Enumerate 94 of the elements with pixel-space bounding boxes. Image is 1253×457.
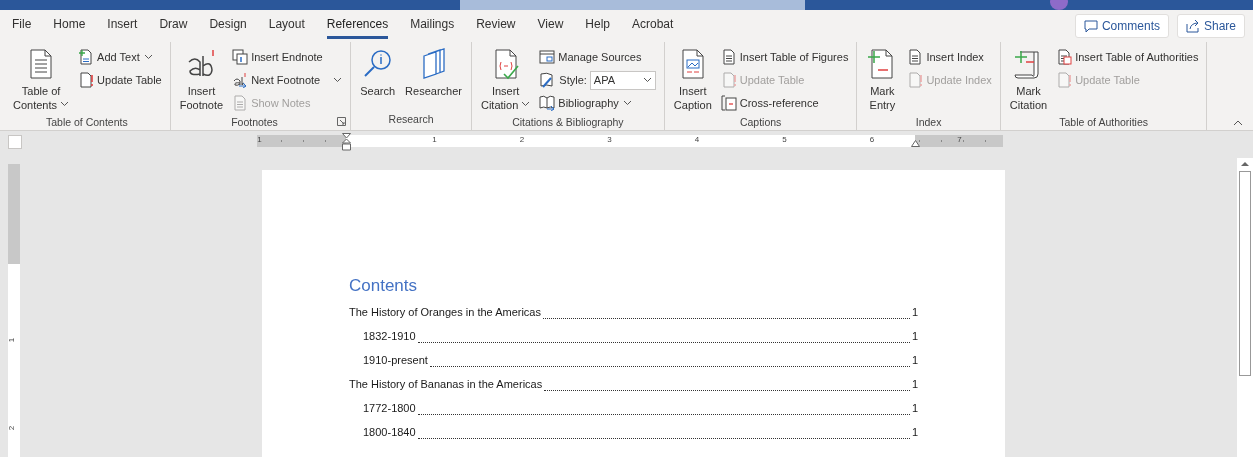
ribbon-tab[interactable]: Insert — [107, 12, 138, 40]
ribbon-button[interactable]: Insert Caption — [670, 46, 715, 115]
caret-icon — [642, 77, 652, 83]
ribbon-button[interactable]: Manage Sources — [537, 46, 658, 68]
ribbon-button[interactable]: Search — [357, 46, 399, 113]
notes-icon — [232, 95, 249, 111]
toc-entry[interactable]: 1772-1800 — [363, 399, 416, 416]
manage-sources-icon — [539, 49, 556, 65]
endnote-icon — [232, 49, 249, 65]
ribbon-button[interactable]: Next Footnote — [230, 69, 345, 91]
ribbon-button[interactable]: Insert Footnote — [176, 46, 227, 115]
caret-icon — [333, 77, 343, 83]
ribbon-tab[interactable]: Design — [209, 12, 247, 40]
dialog-launcher-icon[interactable] — [337, 117, 347, 126]
ribbon-button[interactable]: Table of Contents — [10, 46, 73, 115]
page-number: 1 — [911, 328, 918, 344]
group-label: Citations & Bibliography — [511, 114, 625, 130]
ruler-number: 1 — [6, 337, 18, 343]
group-label: Footnotes — [230, 114, 279, 130]
group-label: Captions — [738, 114, 783, 130]
group-label: Table of Contents — [45, 114, 129, 130]
right-indent-marker[interactable] — [910, 140, 920, 147]
ribbon-tab[interactable]: References — [326, 12, 389, 40]
update-table-icon — [1056, 72, 1073, 88]
ribbon-button[interactable]: Add Text — [76, 46, 164, 68]
ribbon-button[interactable]: Insert Endnote — [230, 46, 345, 68]
ruler-number: 1 — [432, 134, 437, 146]
add-text-icon — [78, 49, 95, 65]
scrollbar[interactable] — [1237, 158, 1253, 457]
ribbon-tab[interactable]: Help — [585, 12, 610, 40]
ruler-number: 2 — [519, 134, 525, 146]
ribbon-button[interactable]: Insert Citation — [477, 46, 534, 115]
comment-icon — [1083, 19, 1098, 33]
ribbon-tab[interactable]: Mailings — [410, 12, 455, 40]
page-number: 1 — [911, 376, 918, 392]
document-lines-icon — [907, 49, 924, 65]
toc-entry[interactable]: 1832-1910 — [363, 327, 416, 344]
toc-entry[interactable]: The History of Bananas in the Americas — [349, 375, 543, 392]
toc-entry[interactable]: 1800-1840 — [363, 423, 416, 440]
page-number: 1 — [911, 400, 918, 416]
ribbon-tab[interactable]: Review — [476, 12, 516, 40]
ribbon-tab[interactable]: File — [12, 12, 32, 40]
caret-icon — [143, 54, 153, 60]
ribbon-tab[interactable]: Draw — [159, 12, 188, 40]
bibliography-icon — [539, 95, 556, 111]
group-label: Index — [914, 114, 943, 130]
ribbon-button[interactable]: Insert Table of Authorities — [1054, 46, 1201, 68]
style-label: Style: — [539, 71, 587, 89]
ribbon-button[interactable]: Update Table — [76, 69, 164, 91]
scroll-thumb[interactable] — [1239, 171, 1251, 376]
scroll-up-icon[interactable] — [1240, 160, 1250, 168]
share-icon — [1185, 19, 1200, 33]
page-number: 1 — [911, 304, 918, 320]
cross-reference-icon — [720, 95, 737, 111]
update-table-icon — [720, 72, 737, 88]
ribbon-button[interactable]: Mark Entry — [863, 46, 902, 115]
page-number: 1 — [911, 352, 918, 368]
ruler-number: 3 — [607, 134, 612, 146]
document-lines-icon — [720, 49, 737, 65]
ribbon-button[interactable]: Insert Table of Figures — [718, 46, 851, 68]
ribbon-tab[interactable]: Acrobat — [632, 12, 674, 40]
toc-entry[interactable]: 1910-present — [363, 351, 428, 368]
authorities-icon — [1056, 49, 1073, 65]
ruler-number: 1 — [257, 134, 262, 146]
style-dropdown[interactable]: APA — [589, 70, 656, 90]
ribbon-button[interactable]: Researcher — [402, 46, 465, 113]
toc-heading: Contents — [349, 275, 419, 297]
group-label: Research — [387, 112, 435, 128]
ribbon-tab[interactable]: Layout — [268, 12, 305, 40]
ribbon-tab[interactable]: Home — [53, 12, 86, 40]
page-number: 1 — [911, 424, 918, 440]
indent-marker[interactable] — [341, 133, 351, 151]
ruler-number: 4 — [694, 134, 700, 146]
toc-entry[interactable]: The History of Oranges in the Americas — [349, 303, 541, 320]
ruler-number: 5 — [782, 134, 787, 146]
ruler-number: 6 — [869, 134, 875, 146]
ribbon-button[interactable]: Insert Index — [905, 46, 994, 68]
ribbon-button[interactable]: Cross-reference — [718, 92, 851, 114]
ribbon-button[interactable]: Mark Citation — [1006, 46, 1051, 115]
ribbon-tab[interactable]: View — [537, 12, 564, 40]
share-button[interactable]: Share — [1176, 14, 1245, 38]
comments-button[interactable]: Comments — [1074, 14, 1169, 38]
ruler-number: 7 — [957, 134, 962, 146]
group-label: Table of Authorities — [1058, 114, 1149, 130]
style-icon — [539, 72, 556, 88]
ribbon-button[interactable]: Bibliography — [537, 92, 658, 114]
next-footnote-icon — [232, 72, 249, 88]
caret-icon — [60, 101, 70, 108]
update-index-icon — [907, 72, 924, 88]
caret-icon — [521, 101, 531, 108]
update-table-icon — [78, 72, 95, 88]
collapse-ribbon-icon[interactable] — [1233, 120, 1243, 126]
ruler-number: 2 — [6, 425, 18, 430]
caret-icon — [622, 100, 632, 106]
